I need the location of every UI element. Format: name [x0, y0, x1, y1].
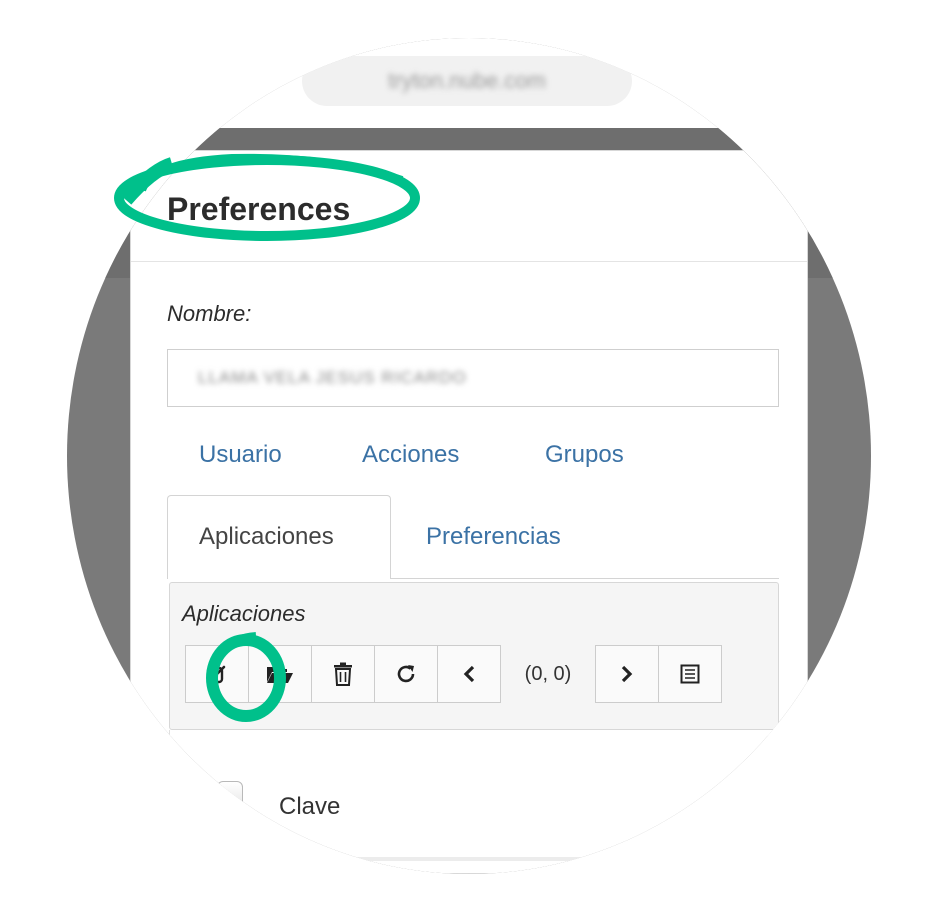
list-icon — [680, 664, 700, 684]
next-record-button[interactable] — [595, 645, 659, 703]
delete-record-button[interactable] — [311, 645, 375, 703]
chevron-left-icon — [463, 665, 475, 683]
clave-row: Clave — [217, 767, 340, 821]
preferences-dialog: Preferences Nombre: LLAMA VELA JESUS RIC… — [130, 150, 808, 874]
previous-record-button[interactable] — [437, 645, 501, 703]
record-counter: (0, 0) — [500, 645, 596, 703]
name-label: Nombre: — [167, 301, 252, 326]
clave-checkbox[interactable] — [217, 781, 243, 807]
browser-address-area: tryton.nube.com — [67, 38, 871, 128]
tab-acciones[interactable]: Acciones — [362, 441, 459, 469]
bottom-divider — [271, 857, 671, 861]
button-highlight-ring — [206, 632, 286, 722]
tabs-divider — [390, 578, 779, 579]
switch-view-button[interactable] — [658, 645, 722, 703]
name-value: LLAMA VELA JESUS RICARDO — [198, 368, 467, 387]
trash-icon — [334, 662, 352, 686]
name-field[interactable]: LLAMA VELA JESUS RICARDO — [167, 349, 779, 407]
chevron-right-icon — [621, 665, 633, 683]
records-grid — [169, 730, 779, 736]
refresh-icon — [397, 665, 415, 683]
reload-button[interactable] — [374, 645, 438, 703]
tab-grupos[interactable]: Grupos — [545, 441, 624, 469]
clave-label: Clave — [279, 793, 341, 820]
tab-aplicaciones[interactable]: Aplicaciones — [199, 523, 334, 551]
title-highlight-ellipse — [114, 153, 420, 241]
address-url: tryton.nube.com — [388, 68, 546, 93]
panel-title: Aplicaciones — [182, 601, 306, 626]
record-count: (0, 0) — [524, 662, 572, 685]
tab-preferencias[interactable]: Preferencias — [426, 523, 561, 551]
address-bar[interactable]: tryton.nube.com — [302, 56, 632, 106]
tab-usuario[interactable]: Usuario — [199, 441, 282, 469]
